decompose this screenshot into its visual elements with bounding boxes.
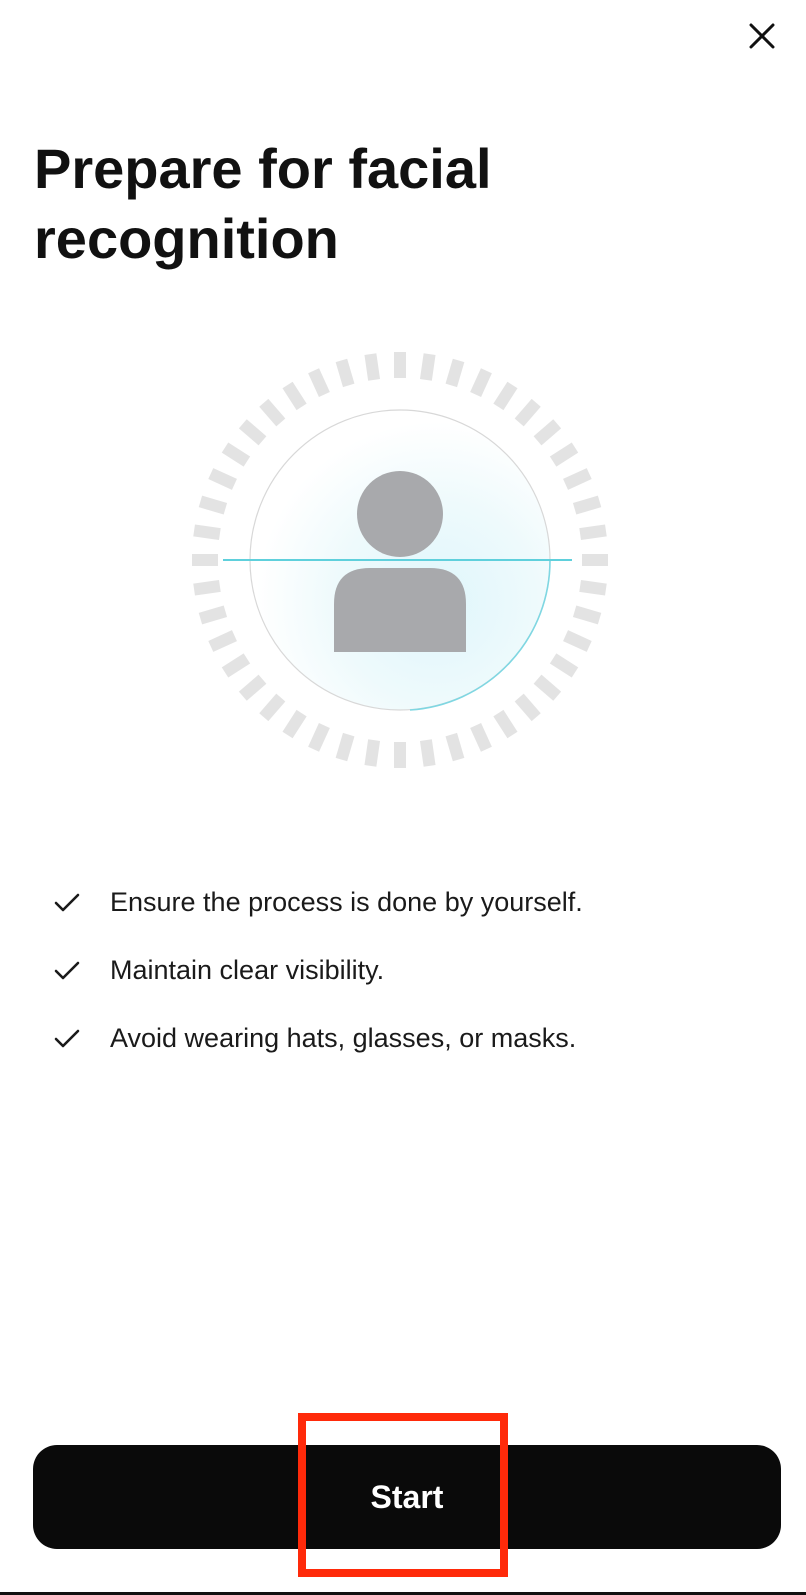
- check-icon: [54, 893, 80, 912]
- face-scan-illustration: [180, 346, 620, 786]
- ring-tick: [572, 605, 602, 625]
- ring-tick: [221, 442, 251, 467]
- avatar-body: [334, 568, 466, 652]
- ring-tick: [335, 732, 355, 762]
- ring-tick: [493, 709, 518, 739]
- ring-tick: [445, 732, 465, 762]
- ring-tick: [419, 739, 436, 767]
- check-icon: [54, 1029, 80, 1048]
- ring-tick: [193, 579, 221, 596]
- ring-tick: [470, 368, 492, 397]
- ring-tick: [563, 468, 592, 490]
- start-button[interactable]: Start: [33, 1445, 781, 1549]
- close-icon: [749, 23, 775, 49]
- ring-tick: [493, 381, 518, 411]
- ring-tick: [308, 723, 330, 752]
- ring-tick: [364, 739, 381, 767]
- avatar-head: [357, 471, 443, 557]
- tips-list: Ensure the process is done by yourself. …: [52, 868, 772, 1072]
- ring-tick: [282, 709, 307, 739]
- face-scan-icon: [192, 352, 608, 768]
- list-item: Maintain clear visibility.: [52, 936, 772, 1004]
- ring-tick: [470, 723, 492, 752]
- page-title: Prepare for facial recognition: [34, 137, 492, 270]
- ring-tick: [335, 358, 355, 388]
- ring-tick: [445, 358, 465, 388]
- tip-text: Maintain clear visibility.: [110, 955, 385, 985]
- ring-tick: [549, 653, 579, 678]
- list-item: Ensure the process is done by yourself.: [52, 868, 772, 936]
- ring-tick: [549, 442, 579, 467]
- ring-tick: [579, 579, 607, 596]
- tip-text: Avoid wearing hats, glasses, or masks.: [110, 1023, 577, 1053]
- ring-tick: [419, 353, 436, 381]
- ring-tick: [259, 693, 286, 722]
- ring-tick: [514, 398, 541, 427]
- ring-tick: [514, 693, 541, 722]
- check-icon: [54, 961, 80, 980]
- ring-tick: [208, 630, 237, 652]
- ring-tick: [221, 653, 251, 678]
- ring-tick: [198, 495, 228, 515]
- ring-tick: [259, 398, 286, 427]
- ring-tick: [238, 419, 267, 446]
- ring-tick: [198, 605, 228, 625]
- ring-tick: [364, 353, 381, 381]
- ring-tick: [579, 524, 607, 541]
- list-item: Avoid wearing hats, glasses, or masks.: [52, 1004, 772, 1072]
- ring-tick: [238, 674, 267, 701]
- ring-tick: [193, 524, 221, 541]
- ring-tick: [572, 495, 602, 515]
- ring-tick: [308, 368, 330, 397]
- ring-tick: [282, 381, 307, 411]
- ring-tick: [563, 630, 592, 652]
- ring-tick: [533, 419, 562, 446]
- ring-tick: [533, 674, 562, 701]
- close-button[interactable]: [738, 12, 786, 60]
- tip-text: Ensure the process is done by yourself.: [110, 887, 583, 917]
- ring-tick: [208, 468, 237, 490]
